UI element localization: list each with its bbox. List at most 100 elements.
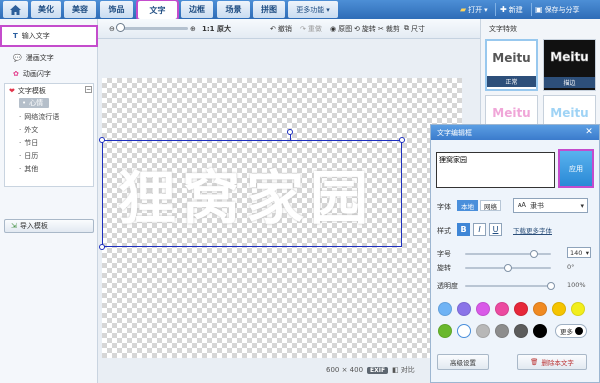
- advanced-settings-button[interactable]: 高级设置: [437, 354, 489, 370]
- text-input[interactable]: 狸窝家园: [436, 152, 555, 188]
- tab-beauty[interactable]: 美容: [64, 1, 96, 18]
- color-swatch[interactable]: [457, 324, 471, 338]
- save-share-button[interactable]: ▣ 保存与分享: [535, 2, 580, 17]
- crop-button[interactable]: ✂ 裁剪: [378, 22, 400, 35]
- effect-normal-card[interactable]: Meitu 正常: [485, 39, 538, 91]
- canvas-toolbar: ⊖ ⊕ 1:1 原大 ↶ 撤销 ↷ 重做 ◉ 原图 ⟲ 旋转 ✂ 裁剪 ⧉ 尺寸: [98, 19, 480, 39]
- download-more-fonts-link[interactable]: 下载更多字体: [513, 225, 552, 235]
- color-swatch[interactable]: [571, 302, 585, 316]
- underline-button[interactable]: U: [489, 223, 502, 236]
- import-template-button[interactable]: ⇲ 导入模板: [4, 219, 94, 233]
- color-swatch[interactable]: [533, 302, 547, 316]
- text-selection-box[interactable]: [102, 140, 402, 247]
- more-features-label: 更多功能: [296, 5, 325, 14]
- template-item-label: 网络流行语: [24, 113, 60, 121]
- tab-scenes[interactable]: 场景: [217, 1, 250, 18]
- input-text-label: 输入文字: [21, 32, 50, 40]
- home-button[interactable]: [3, 1, 28, 18]
- collapse-icon[interactable]: −: [85, 86, 92, 93]
- redo-button[interactable]: ↷ 重做: [300, 22, 322, 35]
- color-swatch[interactable]: [514, 324, 528, 338]
- size-label: 字号: [437, 250, 451, 258]
- opacity-value: 100%: [567, 281, 586, 289]
- close-icon[interactable]: ✕: [584, 127, 594, 137]
- rotate-value: 0°: [567, 263, 575, 271]
- zoom-slider-thumb[interactable]: [116, 23, 125, 32]
- open-button[interactable]: ▰ 打开 ▾: [460, 2, 488, 17]
- font-tab-online[interactable]: 网络: [480, 200, 501, 211]
- resize-handle-top-left[interactable]: [99, 137, 105, 143]
- comic-text-button[interactable]: 💬 漫画文字: [0, 50, 98, 65]
- size-slider[interactable]: [465, 253, 551, 255]
- undo-button[interactable]: ↶ 撤销: [270, 22, 292, 35]
- color-swatch[interactable]: [457, 302, 471, 316]
- tab-frames[interactable]: 边框: [181, 1, 213, 18]
- original-button[interactable]: ◉ 原图: [330, 22, 352, 35]
- effect-label: 描边: [544, 77, 595, 88]
- zoom-slider[interactable]: [120, 27, 188, 30]
- opacity-slider[interactable]: [465, 285, 551, 287]
- original-label: 原图: [338, 24, 353, 33]
- flash-text-button[interactable]: ✿ 动画闪字: [0, 66, 98, 81]
- template-item-label: 节日: [24, 139, 39, 147]
- redo-icon: ↷: [300, 24, 306, 33]
- template-item-mood[interactable]: • 心情: [19, 98, 50, 108]
- rotate-slider-thumb[interactable]: [504, 264, 512, 272]
- flash-text-label: 动画闪字: [22, 69, 51, 78]
- size-select[interactable]: 140 ▾: [567, 247, 591, 258]
- template-item-label: 日历: [24, 152, 39, 160]
- tab-accessories[interactable]: 饰品: [100, 1, 133, 18]
- font-select[interactable]: 🗚 隶书 ▾: [513, 198, 588, 213]
- color-swatch[interactable]: [495, 302, 509, 316]
- effect-stroke-card[interactable]: Meitu 描边: [543, 39, 596, 91]
- template-item-internet-slang[interactable]: · 网络流行语: [19, 112, 59, 122]
- resize-handle-bottom-left[interactable]: [99, 244, 105, 250]
- input-text-button[interactable]: T 输入文字: [0, 25, 98, 47]
- zoom-out-icon[interactable]: ⊖: [109, 22, 115, 35]
- tab-collage[interactable]: 拼图: [253, 1, 285, 18]
- color-swatch[interactable]: [533, 324, 547, 338]
- more-colors-button[interactable]: 更多: [555, 324, 587, 338]
- font-tab-local[interactable]: 本地: [457, 200, 478, 211]
- template-item-other[interactable]: · 其他: [19, 164, 38, 174]
- effect-preview-text: Meitu: [550, 50, 589, 65]
- color-swatch[interactable]: [476, 324, 490, 338]
- template-item-calendar[interactable]: · 日历: [19, 151, 38, 161]
- apply-button[interactable]: 应用: [558, 149, 594, 188]
- tab-text[interactable]: 文字: [136, 0, 179, 21]
- rotate-handle[interactable]: [287, 129, 293, 135]
- color-swatch[interactable]: [438, 302, 452, 316]
- color-swatch[interactable]: [495, 324, 509, 338]
- color-swatch[interactable]: [514, 302, 528, 316]
- chevron-down-icon: ▾: [580, 201, 584, 210]
- rotate-button[interactable]: ⟲ 旋转: [354, 22, 376, 35]
- resize-handle-top-right[interactable]: [399, 137, 405, 143]
- new-button[interactable]: ✚ 新建: [500, 2, 523, 17]
- delete-text-button[interactable]: 🗑 删除本文字: [517, 354, 587, 370]
- italic-button[interactable]: I: [473, 223, 486, 236]
- color-swatch[interactable]: [476, 302, 490, 316]
- bold-button[interactable]: B: [457, 223, 470, 236]
- exif-badge[interactable]: EXIF: [367, 366, 389, 374]
- template-item-holiday[interactable]: · 节日: [19, 138, 38, 148]
- size-slider-thumb[interactable]: [529, 250, 538, 258]
- effect-label: 正常: [487, 76, 536, 87]
- zoom-in-icon[interactable]: ⊕: [190, 22, 196, 35]
- compare-button[interactable]: ◧ 对比: [392, 365, 415, 375]
- template-header: ❤ 文字模板 −: [9, 86, 92, 96]
- template-item-label: 外文: [24, 126, 39, 134]
- color-swatch[interactable]: [552, 302, 566, 316]
- color-swatch[interactable]: [438, 324, 452, 338]
- more-colors-label: 更多: [560, 328, 573, 336]
- tab-beautify[interactable]: 美化: [31, 1, 61, 18]
- chevron-down-icon: ▾: [326, 5, 330, 14]
- delete-label: 删除本文字: [541, 359, 574, 367]
- undo-label: 撤销: [277, 24, 292, 33]
- zoom-original-button[interactable]: 1:1 原大: [202, 22, 231, 35]
- template-item-foreign[interactable]: · 外文: [19, 125, 38, 135]
- tab-more-features[interactable]: 更多功能 ▾: [288, 1, 338, 18]
- opacity-slider-thumb[interactable]: [547, 282, 555, 290]
- effects-title: 文字特效: [489, 25, 517, 33]
- resize-button[interactable]: ⧉ 尺寸: [404, 22, 425, 35]
- template-panel: ❤ 文字模板 − • 心情 · 网络流行语 · 外文 · 节日 · 日历 · 其他: [4, 83, 94, 187]
